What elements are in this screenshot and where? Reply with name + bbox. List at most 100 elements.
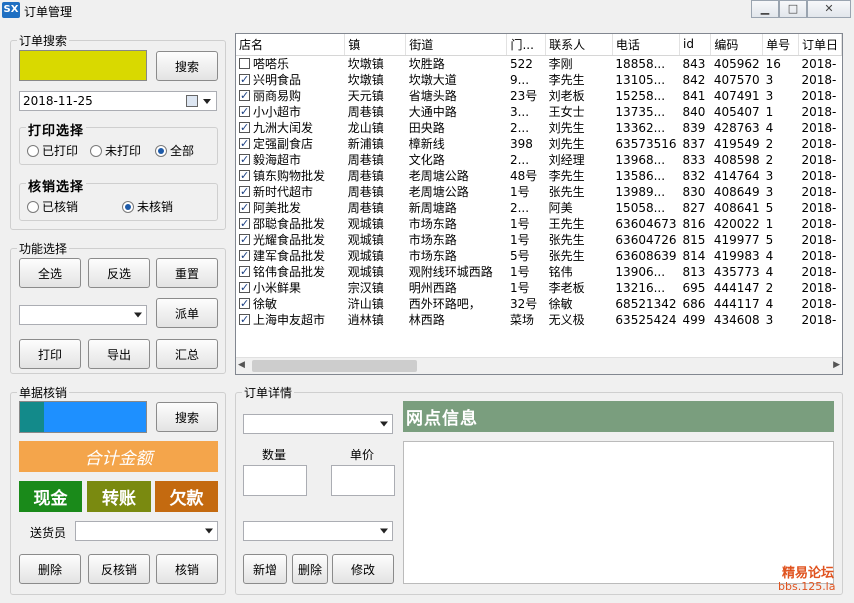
column-header[interactable]: 电话: [612, 34, 681, 56]
table-row[interactable]: 阿美批发 周巷镇 新周塘路 2... 阿美 15058... 827 408641 5 2018-: [236, 200, 842, 216]
chevron-down-icon[interactable]: [203, 99, 211, 104]
verify-button[interactable]: 核销: [156, 554, 218, 584]
column-header[interactable]: 店名: [236, 34, 346, 56]
row-checkbox[interactable]: [239, 120, 250, 136]
scroll-right-icon[interactable]: ▶: [833, 360, 840, 370]
minimize-button[interactable]: ▁: [751, 0, 779, 18]
add-button[interactable]: 新增: [243, 554, 287, 584]
scroll-thumb[interactable]: [252, 360, 417, 372]
table-row[interactable]: 光耀食品批发 观城镇 市场东路 1号 张先生 63604726 815 419977 5 2018…: [236, 232, 842, 248]
reset-button[interactable]: 重置: [156, 258, 218, 288]
radio-all[interactable]: 全部: [155, 142, 194, 159]
dispatch-select[interactable]: [19, 305, 147, 325]
maximize-button[interactable]: □: [779, 0, 807, 18]
cash-button[interactable]: 现金: [19, 481, 82, 512]
orders-table[interactable]: 店名镇街道 门... 联系人 电话 id 编码 单号 订单日 嗒嗒乐 坎墩镇 坎胜路 522 李刚 18…: [235, 33, 843, 375]
row-checkbox[interactable]: [239, 88, 250, 104]
courier-select[interactable]: [75, 521, 218, 541]
table-row[interactable]: 兴明食品 坎墩镇 坎墩大道 9... 李先生 13105... 842 407570 3 2018…: [236, 72, 842, 88]
table-cell: 菜场: [509, 312, 534, 327]
table-row[interactable]: 建军食品批发 观城镇 市场东路 5号 张先生 63608639 814 419983 4 2018…: [236, 248, 842, 264]
row-checkbox[interactable]: [239, 104, 250, 120]
row-checkbox[interactable]: [239, 296, 250, 312]
bill-search-input[interactable]: [44, 402, 146, 432]
table-cell: 13735...: [615, 104, 666, 119]
column-header[interactable]: id: [679, 34, 712, 56]
table-cell: 2...: [509, 152, 530, 167]
table-cell: 刘经理: [548, 152, 585, 167]
invert-selection-button[interactable]: 反选: [88, 258, 150, 288]
column-header[interactable]: 编码: [710, 34, 764, 56]
table-cell: 2018-: [801, 104, 837, 119]
select-all-button[interactable]: 全选: [19, 258, 81, 288]
table-cell: 13216...: [615, 280, 666, 295]
table-row[interactable]: 徐敏浒山镇西外环路吧，32号徐敏6852134268644411742018-: [236, 296, 842, 312]
bill-delete-button[interactable]: 删除: [19, 554, 81, 584]
table-row[interactable]: 铭伟食品批发 观城镇 观附线环城西路 1号 铭伟 13906... 813 435773 4 20…: [236, 264, 842, 280]
radio-printed[interactable]: 已打印: [27, 142, 78, 159]
row-checkbox[interactable]: [239, 152, 250, 168]
table-row[interactable]: 嗒嗒乐 坎墩镇 坎胜路 522 李刚 18858... 843 405962 16 2018-: [236, 55, 842, 72]
row-checkbox[interactable]: [239, 312, 250, 328]
column-header[interactable]: 订单日: [798, 34, 842, 56]
table-cell: 王女士: [548, 104, 585, 119]
row-checkbox[interactable]: [239, 264, 250, 280]
detail-select[interactable]: [243, 521, 393, 541]
table-row[interactable]: 九洲大闰发 龙山镇 田央路 2... 刘先生 13362... 839 428763 4 2018…: [236, 120, 842, 136]
row-checkbox[interactable]: [239, 200, 250, 216]
unverify-button[interactable]: 反核销: [88, 554, 150, 584]
order-search-button[interactable]: 搜索: [156, 51, 218, 81]
table-row[interactable]: 小米鲜果 宗汉镇 明州西路 1号 李老板 13216... 695 444147 2 2018-: [236, 280, 842, 296]
table-row[interactable]: 定强副食店 新浦镇 樟新线 398 刘先生 63573516 837 419549 2 2018-: [236, 136, 842, 152]
radio-unprinted[interactable]: 未打印: [90, 142, 141, 159]
table-cell: 邵聪食品批发: [253, 216, 326, 231]
row-checkbox[interactable]: [239, 216, 250, 232]
row-checkbox[interactable]: [239, 280, 250, 296]
row-checkbox[interactable]: [239, 168, 250, 184]
row-checkbox[interactable]: [239, 184, 250, 200]
modify-button[interactable]: 修改: [332, 554, 394, 584]
dispatch-button[interactable]: 派单: [156, 298, 218, 328]
row-checkbox[interactable]: [239, 136, 250, 152]
table-cell: 13586...: [615, 168, 666, 183]
debt-button[interactable]: 欠款: [155, 481, 218, 512]
detail-delete-button[interactable]: 删除: [292, 554, 328, 584]
table-row[interactable]: 镇东购物批发 周巷镇 老周塘公路 48号李先生 13586... 832 414764 3 20…: [236, 168, 842, 184]
summary-button[interactable]: 汇总: [156, 339, 218, 369]
column-header[interactable]: 单号: [762, 34, 799, 56]
table-cell: 15258...: [615, 88, 666, 103]
table-cell: 无义极: [548, 312, 585, 327]
column-header[interactable]: 联系人: [545, 34, 613, 56]
horizontal-scrollbar[interactable]: ◀ ▶: [236, 357, 842, 374]
table-row[interactable]: 上海申友超市 逍林镇 林西路 菜场无义极 63525424 499 434608 3 2018-: [236, 312, 842, 328]
table-row[interactable]: 邵聪食品批发 观城镇 市场东路 1号 王先生 63604673 816 420022 1 2018…: [236, 216, 842, 232]
table-row[interactable]: 新时代超市 周巷镇 老周塘公路 1号 张先生 13989... 830 408649 3 2018…: [236, 184, 842, 200]
table-row[interactable]: 丽商易购 天元镇 省塘头路 23号刘老板 15258... 841 407491 3 2018-: [236, 88, 842, 104]
quantity-input[interactable]: [243, 465, 307, 496]
column-header[interactable]: 镇: [344, 34, 407, 56]
row-checkbox[interactable]: [239, 72, 250, 88]
price-input[interactable]: [331, 465, 395, 496]
table-cell: 光耀食品批发: [253, 232, 326, 247]
close-button[interactable]: ✕: [807, 0, 851, 18]
bill-search-field[interactable]: [19, 401, 147, 433]
calendar-icon[interactable]: [186, 95, 198, 107]
table-row[interactable]: 毅海超市 周巷镇 文化路 2... 刘经理 13968... 833 408598 2 2018-: [236, 152, 842, 168]
column-header[interactable]: 门...: [506, 34, 547, 56]
row-checkbox[interactable]: [239, 232, 250, 248]
row-checkbox[interactable]: [239, 248, 250, 264]
row-checkbox[interactable]: [239, 57, 250, 69]
scroll-left-icon[interactable]: ◀: [238, 360, 245, 370]
transfer-button[interactable]: 转账: [87, 481, 151, 512]
radio-unverified[interactable]: 未核销: [122, 198, 173, 215]
date-picker[interactable]: 2018-11-25: [19, 91, 217, 111]
print-button[interactable]: 打印: [19, 339, 81, 369]
table-row[interactable]: 小小超市 周巷镇 大通中路 3... 王女士 13735... 840 405407 1 2018…: [236, 104, 842, 120]
radio-verified[interactable]: 已核销: [27, 198, 78, 215]
column-header[interactable]: 街道: [405, 34, 508, 56]
table-cell: 398: [509, 136, 533, 151]
search-color-box[interactable]: [19, 50, 147, 81]
bill-search-button[interactable]: 搜索: [156, 402, 218, 432]
export-button[interactable]: 导出: [88, 339, 150, 369]
product-select[interactable]: [243, 414, 393, 434]
